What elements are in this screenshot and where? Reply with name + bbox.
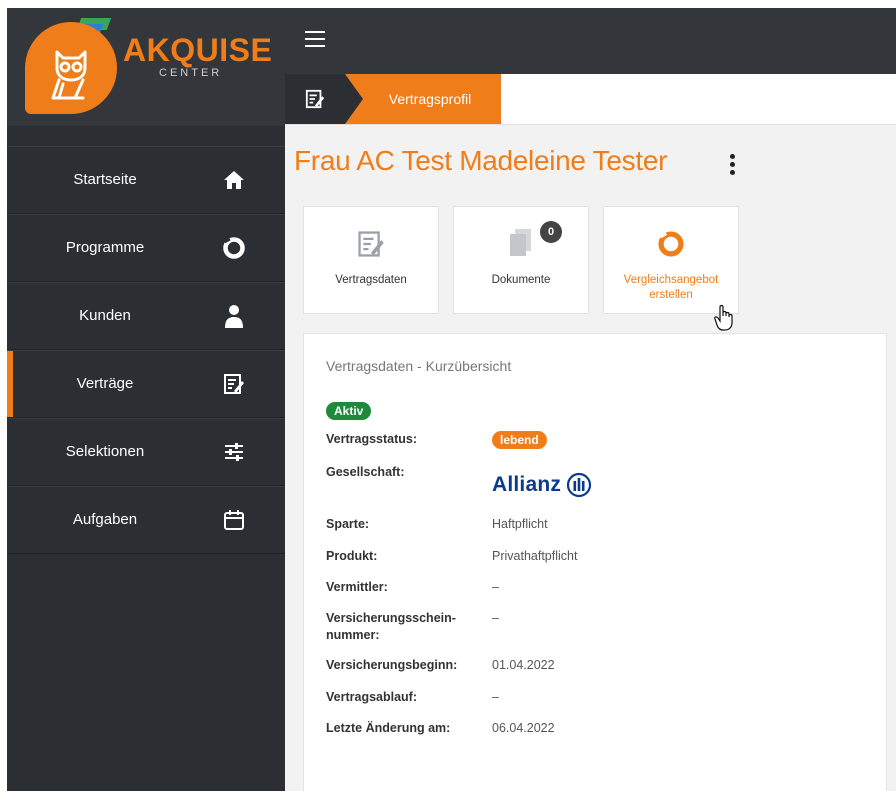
detail-value: – (492, 580, 499, 594)
detail-value: 01.04.2022 (492, 658, 555, 672)
sidebar-item-startseite[interactable]: Startseite (7, 146, 285, 214)
panel-title: Vertragsdaten - Kurzübersicht (326, 358, 512, 374)
hamburger-menu-icon[interactable] (305, 31, 325, 49)
contract-edit-icon (304, 227, 438, 261)
detail-key: Vertragsablauf: (326, 690, 418, 704)
card-dokumente[interactable]: 0 Dokumente (453, 206, 589, 314)
breadcrumb: Vertragsprofil (285, 74, 896, 125)
app-window: AKQUISE CENTER Startseite Programme Kund… (7, 8, 896, 791)
detail-key: Gesellschaft: (326, 465, 405, 479)
breadcrumb-current: Vertragsprofil (345, 74, 501, 124)
contract-summary-panel: Vertragsdaten - Kurzübersicht Aktiv Vert… (303, 333, 887, 791)
contract-status-badge: lebend (492, 431, 547, 449)
sidebar-item-programme[interactable]: Programme (7, 214, 285, 282)
detail-key: Sparte: (326, 517, 370, 531)
sidebar-item-aufgaben[interactable]: Aufgaben (7, 486, 285, 554)
programme-ring-icon (221, 235, 247, 261)
detail-value: Haftpflicht (492, 517, 548, 531)
calendar-icon (221, 507, 247, 533)
detail-value: Privathaftpflicht (492, 549, 578, 563)
logo-subtitle: CENTER (159, 67, 223, 79)
documents-icon (454, 227, 588, 261)
sidebar-item-label: Aufgaben (72, 511, 138, 528)
detail-value: – (492, 611, 499, 625)
sidebar-item-label: Verträge (76, 375, 134, 392)
home-icon (221, 167, 247, 193)
sidebar-item-vertraege[interactable]: Verträge (7, 350, 285, 418)
programme-ring-icon (604, 227, 738, 261)
contract-edit-icon (305, 89, 325, 109)
allianz-eagle-icon (566, 472, 592, 498)
detail-key: Letzte Änderung am: (326, 721, 451, 735)
top-bar (285, 8, 896, 74)
card-label: Vertragsdaten (335, 274, 407, 286)
detail-key: Versicherungsschein-nummer: (326, 611, 456, 642)
breadcrumb-root[interactable] (285, 74, 345, 124)
detail-key: Vertragsstatus: (326, 432, 418, 446)
hand-cursor-icon (714, 304, 733, 331)
documents-count-badge: 0 (540, 221, 562, 243)
sidebar-item-kunden[interactable]: Kunden (7, 282, 285, 350)
detail-key: Vermittler: (326, 580, 388, 594)
contract-edit-icon (221, 371, 247, 397)
person-icon (221, 303, 247, 329)
sidebar-item-selektionen[interactable]: Selektionen (7, 418, 285, 486)
sidebar-item-label: Startseite (73, 171, 137, 188)
logo[interactable]: AKQUISE CENTER (7, 8, 285, 126)
sidebar-nav: Startseite Programme Kunden Verträge Sel… (7, 146, 285, 554)
detail-value: lebend (492, 431, 792, 449)
status-badge: Aktiv (326, 402, 372, 420)
breadcrumb-separator (345, 74, 363, 124)
sidebar-item-label: Selektionen (65, 443, 145, 460)
sliders-icon (221, 439, 247, 465)
sidebar: AKQUISE CENTER Startseite Programme Kund… (7, 8, 285, 791)
more-options-icon[interactable] (728, 154, 736, 176)
sidebar-item-label: Kunden (79, 307, 131, 324)
detail-key: Versicherungsbeginn: (326, 658, 458, 672)
card-label: Dokumente (491, 274, 551, 286)
card-vergleichsangebot[interactable]: Vergleichsangebot erstellen (603, 206, 739, 314)
detail-key: Produkt: (326, 549, 378, 563)
page-title: Frau AC Test Madeleine Tester (294, 145, 668, 176)
allianz-wordmark: Allianz (492, 473, 562, 496)
logo-title: AKQUISE (123, 32, 273, 68)
card-vertragsdaten[interactable]: Vertragsdaten (303, 206, 439, 314)
card-label: Vergleichsangebot erstellen (623, 274, 719, 301)
detail-value: – (492, 690, 499, 704)
detail-value: 06.04.2022 (492, 721, 555, 735)
owl-icon (51, 50, 87, 100)
allianz-logo: Allianz (492, 472, 592, 498)
sidebar-item-label: Programme (65, 239, 145, 256)
